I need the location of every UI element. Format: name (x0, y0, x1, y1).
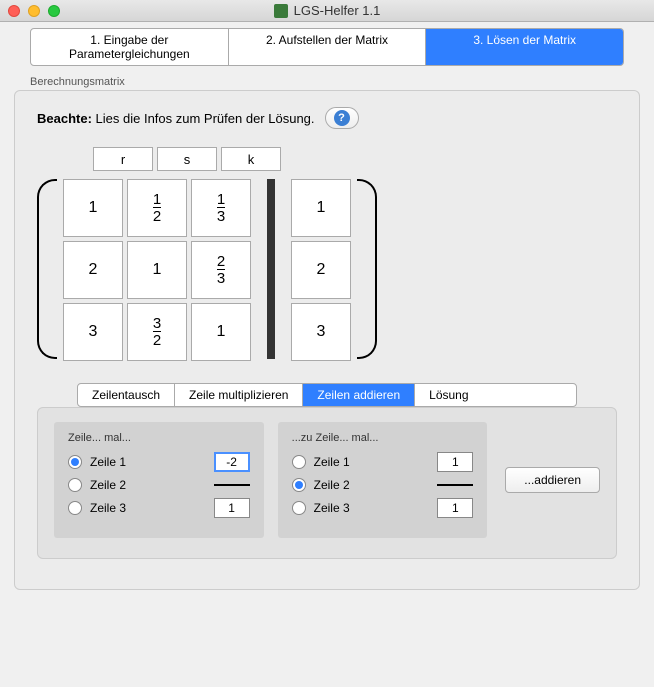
target-row-group: ...zu Zeile... mal... Zeile 1 Zeile 2 Zeil… (278, 422, 488, 538)
matrix-cell[interactable]: 32 (127, 303, 187, 361)
notice: Beachte: Lies die Infos zum Prüfen der L… (37, 107, 617, 129)
fraction-bar-icon (214, 484, 250, 486)
question-icon: ? (334, 110, 350, 126)
column-header-s: s (157, 147, 217, 171)
target-label-2: Zeile 3 (314, 501, 430, 515)
matrix-cell[interactable]: 13 (191, 179, 251, 237)
target-factor-0[interactable] (437, 452, 473, 472)
column-headers: rsk (93, 147, 617, 171)
add-button[interactable]: ...addieren (505, 467, 600, 493)
column-header-k: k (221, 147, 281, 171)
target-radio-1[interactable] (292, 478, 306, 492)
matrix-separator (267, 179, 275, 359)
target-radio-2[interactable] (292, 501, 306, 515)
column-header-r: r (93, 147, 153, 171)
target-header: ...zu Zeile... mal... (292, 432, 474, 444)
target-radio-0[interactable] (292, 455, 306, 469)
matrix-cell[interactable]: 1 (291, 179, 351, 237)
window-title: LGS-Helfer 1.1 (0, 3, 654, 18)
matrix-cell[interactable]: 1 (191, 303, 251, 361)
sub-tabs: ZeilentauschZeile multiplizierenZeilen a… (77, 383, 577, 407)
source-factor-0[interactable] (214, 452, 250, 472)
sub-tab-3[interactable]: Lösung (415, 384, 482, 406)
sub-tab-0[interactable]: Zeilentausch (78, 384, 175, 406)
source-label-1: Zeile 2 (90, 478, 206, 492)
sub-tab-1[interactable]: Zeile multiplizieren (175, 384, 303, 406)
matrix-cell[interactable]: 2 (291, 241, 351, 299)
main-tab-2[interactable]: 3. Lösen der Matrix (426, 29, 623, 65)
fraction-bar-icon (437, 484, 473, 486)
source-radio-0[interactable] (68, 455, 82, 469)
source-label-2: Zeile 3 (90, 501, 206, 515)
source-radio-2[interactable] (68, 501, 82, 515)
paren-left-icon (37, 179, 57, 359)
source-header: Zeile... mal... (68, 432, 250, 444)
source-factor-2[interactable] (214, 498, 250, 518)
matrix: 1121321233321 123 (37, 179, 617, 359)
sub-tab-2[interactable]: Zeilen addieren (303, 384, 415, 406)
matrix-cell[interactable]: 2 (63, 241, 123, 299)
matrix-cell[interactable]: 1 (127, 241, 187, 299)
target-label-0: Zeile 1 (314, 455, 430, 469)
matrix-cell[interactable]: 3 (291, 303, 351, 361)
source-radio-1[interactable] (68, 478, 82, 492)
help-button[interactable]: ? (325, 107, 359, 129)
matrix-cell[interactable]: 1 (63, 179, 123, 237)
main-tabs: 1. Eingabe der Parametergleichungen2. Au… (30, 28, 624, 66)
target-factor-2[interactable] (437, 498, 473, 518)
main-tab-0[interactable]: 1. Eingabe der Parametergleichungen (31, 29, 229, 65)
matrix-cell[interactable]: 3 (63, 303, 123, 361)
target-label-1: Zeile 2 (314, 478, 430, 492)
matrix-cell[interactable]: 12 (127, 179, 187, 237)
paren-right-icon (357, 179, 377, 359)
main-panel: Beachte: Lies die Infos zum Prüfen der L… (14, 90, 640, 590)
group-label: Berechnungsmatrix (30, 76, 654, 88)
source-row-group: Zeile... mal... Zeile 1 Zeile 2 Zeile 3 (54, 422, 264, 538)
app-icon (274, 4, 288, 18)
main-tab-1[interactable]: 2. Aufstellen der Matrix (229, 29, 427, 65)
operation-panel: Zeile... mal... Zeile 1 Zeile 2 Zeile 3 ..… (37, 407, 617, 559)
titlebar: LGS-Helfer 1.1 (0, 0, 654, 22)
matrix-cell[interactable]: 23 (191, 241, 251, 299)
source-label-0: Zeile 1 (90, 455, 206, 469)
